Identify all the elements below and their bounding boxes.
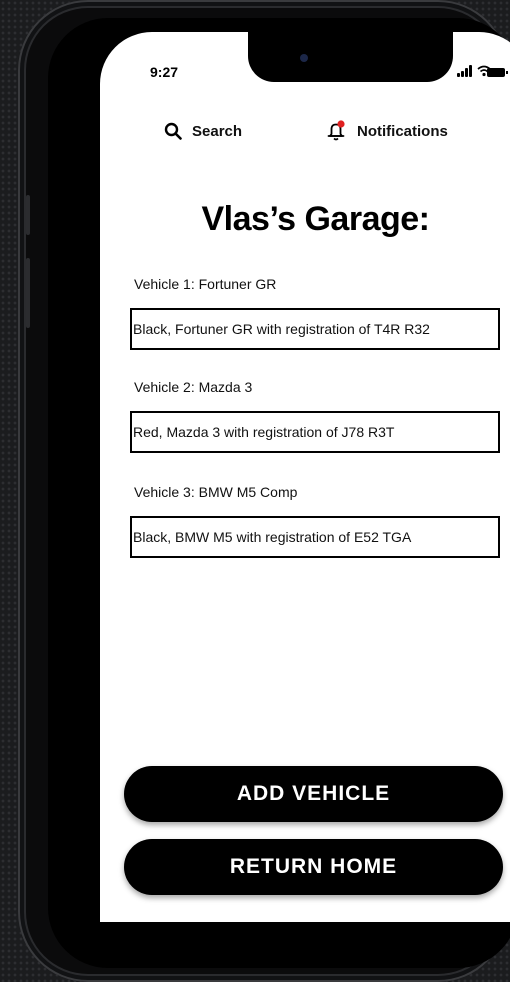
search-button[interactable]: Search	[164, 120, 242, 142]
side-button-upper	[26, 195, 30, 235]
return-home-button[interactable]: RETURN HOME	[124, 839, 503, 895]
status-time: 9:27	[150, 64, 179, 80]
notification-dot	[337, 120, 345, 128]
vehicle-1-label: Vehicle 1: Fortuner GR	[134, 276, 277, 292]
notifications-button[interactable]: Notifications	[325, 120, 448, 142]
search-label: Search	[192, 122, 243, 140]
bell-icon	[327, 120, 345, 141]
vehicle-1-field[interactable]	[130, 308, 500, 350]
notifications-label: Notifications	[357, 122, 448, 140]
camera-icon	[300, 54, 308, 62]
status-icons	[435, 65, 508, 79]
screen-bezel: 9:27 Search Notifications Vlas’s Garage:…	[48, 18, 510, 968]
vehicle-3-label: Vehicle 3: BMW M5 Comp	[134, 484, 298, 500]
notch	[248, 32, 453, 82]
vehicle-3-field[interactable]	[130, 516, 500, 558]
search-icon	[164, 122, 182, 140]
app-screen: 9:27 Search Notifications Vlas’s Garage:…	[100, 32, 510, 922]
side-button-lower	[26, 258, 30, 328]
page-title: Vlas’s Garage:	[201, 200, 430, 238]
vehicle-2-field[interactable]	[130, 411, 500, 453]
battery-icon	[487, 68, 508, 77]
vehicle-2-label: Vehicle 2: Mazda 3	[134, 379, 253, 395]
signal-icon	[457, 65, 473, 77]
phone-frame: 9:27 Search Notifications Vlas’s Garage:…	[18, 0, 510, 982]
add-vehicle-button[interactable]: ADD VEHICLE	[124, 766, 503, 822]
